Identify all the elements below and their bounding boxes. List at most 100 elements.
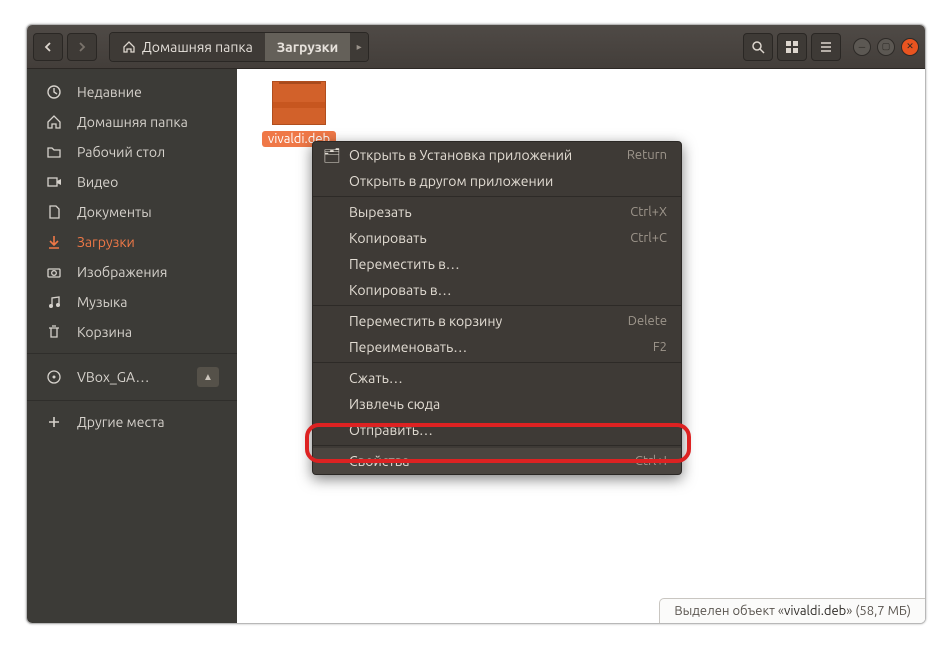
menu-open-with[interactable]: Открыть в другом приложении <box>313 168 681 194</box>
sidebar-item-label: VBox_GA… <box>77 369 149 385</box>
camera-icon <box>45 264 63 280</box>
sidebar-item-videos[interactable]: Видео <box>27 167 237 197</box>
status-suffix: » (58,7 МБ) <box>846 604 911 618</box>
menu-accel: F2 <box>653 340 667 354</box>
breadcrumb-home-label: Домашняя папка <box>142 39 253 55</box>
sidebar-item-disk[interactable]: VBox_GA… ▲ <box>27 360 237 394</box>
menu-separator <box>313 196 681 197</box>
menu-accel: Delete <box>628 314 667 328</box>
menu-compress[interactable]: Сжать… <box>313 365 681 391</box>
menu-open-default[interactable]: 🗂 Открыть в Установка приложений Return <box>313 142 681 168</box>
view-grid-button[interactable] <box>777 33 807 61</box>
home-icon <box>45 114 63 130</box>
menu-properties[interactable]: Свойства Ctrl+I <box>313 448 681 474</box>
menu-label: Сжать… <box>349 370 403 386</box>
sidebar-item-label: Недавние <box>77 84 142 100</box>
sidebar-item-home[interactable]: Домашняя папка <box>27 107 237 137</box>
menu-copy[interactable]: Копировать Ctrl+C <box>313 225 681 251</box>
music-icon <box>45 294 63 310</box>
minimize-button[interactable]: ─ <box>853 38 871 56</box>
titlebar: Домашняя папка Загрузки ▸ ─ ▢ ✕ <box>27 25 925 69</box>
sidebar-item-downloads[interactable]: Загрузки <box>27 227 237 257</box>
video-icon <box>45 174 63 190</box>
menu-accel: Ctrl+C <box>630 231 667 245</box>
breadcrumb-home[interactable]: Домашняя папка <box>110 33 265 61</box>
package-icon <box>272 81 326 125</box>
trash-icon <box>45 324 63 340</box>
menu-label: Переместить в… <box>349 256 460 272</box>
menu-move-to[interactable]: Переместить в… <box>313 251 681 277</box>
sidebar-item-trash[interactable]: Корзина <box>27 317 237 347</box>
file-manager-window: Домашняя папка Загрузки ▸ ─ ▢ ✕ Недав <box>26 24 926 624</box>
sidebar-item-desktop[interactable]: Рабочий стол <box>27 137 237 167</box>
status-object: vivaldi.deb <box>784 604 846 618</box>
sidebar-item-label: Другие места <box>77 414 165 430</box>
maximize-button[interactable]: ▢ <box>877 38 895 56</box>
disc-icon <box>45 369 63 385</box>
sidebar-item-label: Домашняя папка <box>77 114 188 130</box>
clock-icon <box>45 84 63 100</box>
sidebar-item-recent[interactable]: Недавние <box>27 77 237 107</box>
menu-separator <box>313 305 681 306</box>
menu-label: Свойства <box>349 453 410 469</box>
sidebar-item-other[interactable]: Другие места <box>27 407 237 437</box>
app-icon: 🗂 <box>323 147 341 164</box>
menu-accel: Return <box>627 148 667 162</box>
sidebar-item-label: Корзина <box>77 324 132 340</box>
sidebar-separator <box>27 400 237 401</box>
sidebar-item-label: Музыка <box>77 294 127 310</box>
status-bar: Выделен объект «vivaldi.deb» (58,7 МБ) <box>659 598 925 623</box>
menu-cut[interactable]: Вырезать Ctrl+X <box>313 199 681 225</box>
sidebar-separator <box>27 353 237 354</box>
sidebar-item-label: Загрузки <box>77 234 135 250</box>
menu-label: Копировать в… <box>349 282 452 298</box>
menu-accel: Ctrl+X <box>630 205 667 219</box>
folder-icon <box>45 144 63 160</box>
context-menu: 🗂 Открыть в Установка приложений Return … <box>312 141 682 475</box>
menu-label: Извлечь сюда <box>349 396 440 412</box>
menu-copy-to[interactable]: Копировать в… <box>313 277 681 303</box>
menu-label: Переименовать… <box>349 339 467 355</box>
download-icon <box>45 234 63 250</box>
sidebar: Недавние Домашняя папка Рабочий стол Вид… <box>27 69 237 623</box>
menu-label: Отправить… <box>349 422 433 438</box>
menu-label: Переместить в корзину <box>349 313 502 329</box>
close-button[interactable]: ✕ <box>901 38 919 56</box>
menu-accel: Ctrl+I <box>635 454 667 468</box>
sidebar-item-label: Изображения <box>77 264 167 280</box>
menu-label: Открыть в Установка приложений <box>349 147 572 163</box>
path-bar: Домашняя папка Загрузки ▸ <box>109 32 369 62</box>
search-button[interactable] <box>743 33 773 61</box>
breadcrumb-current[interactable]: Загрузки <box>265 33 350 61</box>
back-button[interactable] <box>33 33 63 61</box>
menu-label: Копировать <box>349 230 427 246</box>
sidebar-item-label: Видео <box>77 174 118 190</box>
breadcrumb-current-label: Загрузки <box>277 39 338 55</box>
menu-separator <box>313 362 681 363</box>
eject-button[interactable]: ▲ <box>197 367 219 387</box>
hamburger-menu-button[interactable] <box>811 33 841 61</box>
menu-send[interactable]: Отправить… <box>313 417 681 443</box>
window-controls: ─ ▢ ✕ <box>853 38 919 56</box>
menu-trash[interactable]: Переместить в корзину Delete <box>313 308 681 334</box>
grid-icon <box>785 40 799 54</box>
forward-button[interactable] <box>67 33 97 61</box>
search-icon <box>751 40 765 54</box>
sidebar-item-documents[interactable]: Документы <box>27 197 237 227</box>
sidebar-item-pictures[interactable]: Изображения <box>27 257 237 287</box>
menu-rename[interactable]: Переименовать… F2 <box>313 334 681 360</box>
menu-icon <box>819 40 833 54</box>
menu-extract[interactable]: Извлечь сюда <box>313 391 681 417</box>
home-icon <box>122 40 136 54</box>
breadcrumb-more[interactable]: ▸ <box>350 33 368 61</box>
menu-label: Открыть в другом приложении <box>349 173 553 189</box>
menu-separator <box>313 445 681 446</box>
sidebar-item-label: Рабочий стол <box>77 144 165 160</box>
plus-icon <box>45 414 63 430</box>
sidebar-item-music[interactable]: Музыка <box>27 287 237 317</box>
sidebar-item-label: Документы <box>77 204 152 220</box>
document-icon <box>45 204 63 220</box>
file-item[interactable]: vivaldi.deb <box>255 81 343 147</box>
menu-label: Вырезать <box>349 204 412 220</box>
status-prefix: Выделен объект « <box>674 604 784 618</box>
